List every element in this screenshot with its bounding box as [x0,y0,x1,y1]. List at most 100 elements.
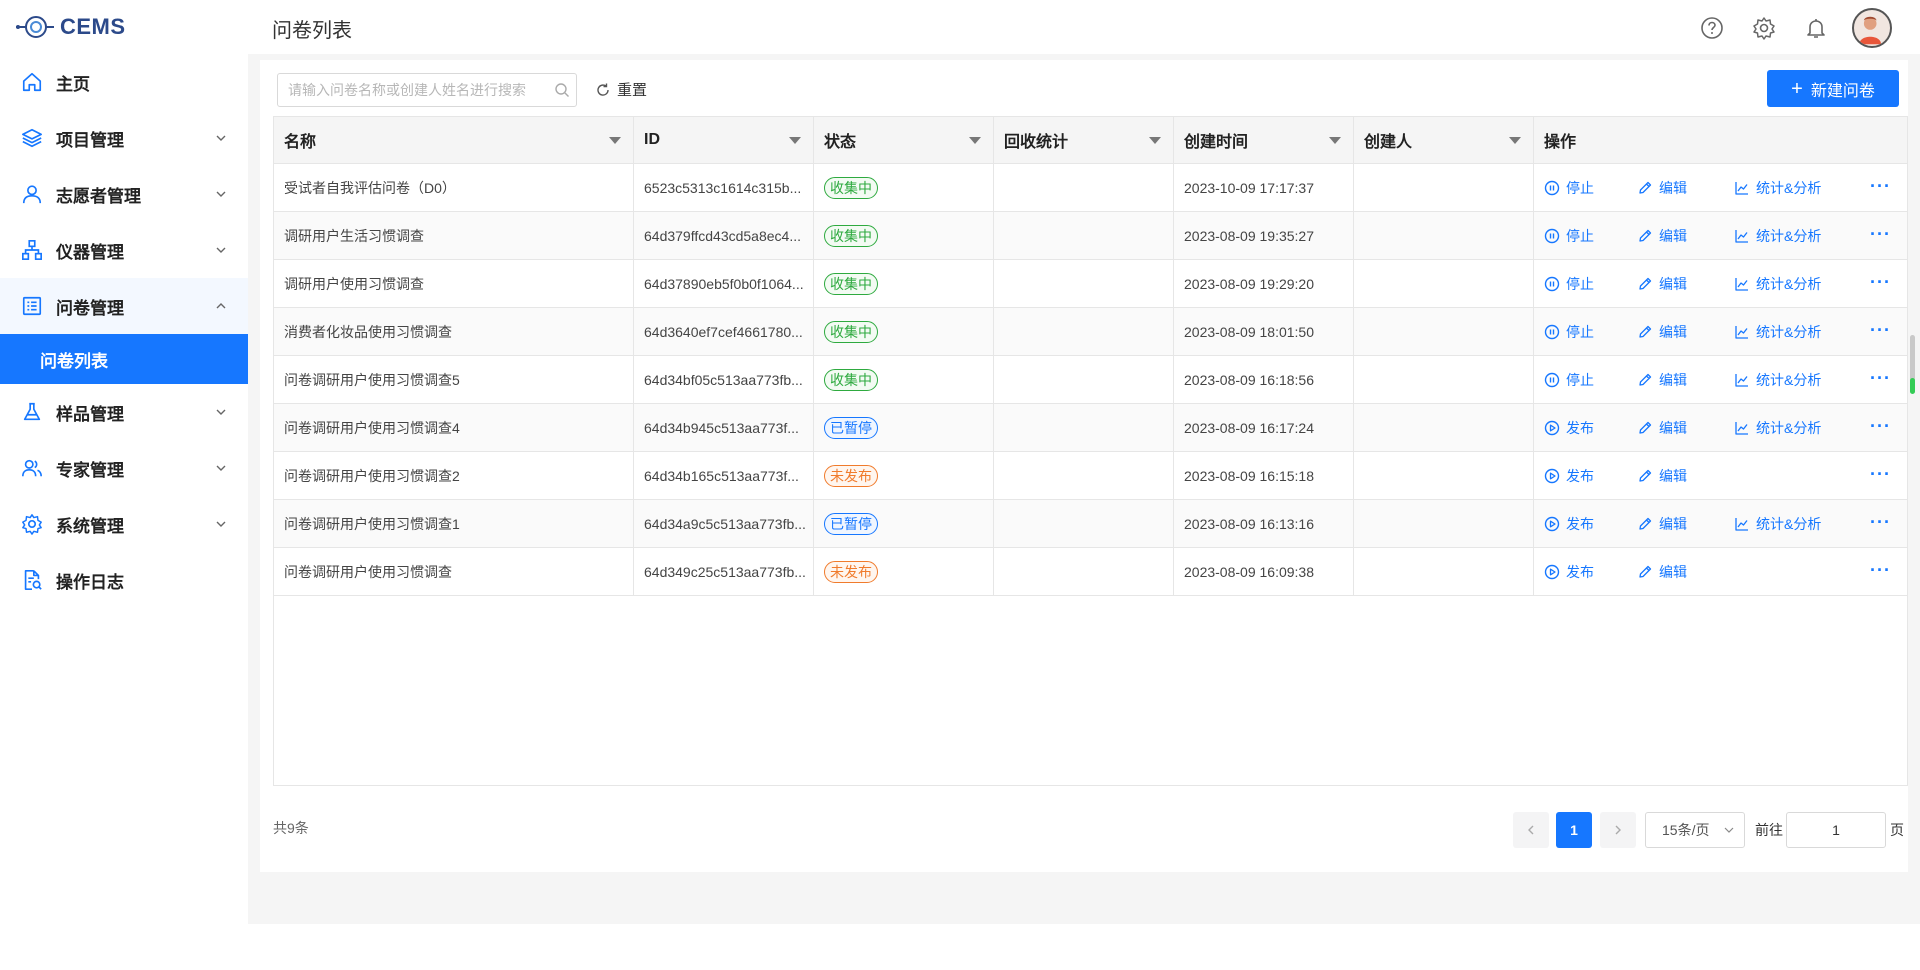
help-icon[interactable] [1698,14,1726,42]
chevron-down-icon [216,135,226,141]
more-icon[interactable]: ··· [1870,320,1891,341]
stats-analysis-button[interactable]: 统计&分析 [1734,370,1821,390]
stop-button[interactable]: 停止 [1544,226,1594,246]
more-icon[interactable]: ··· [1870,272,1891,293]
search-input[interactable] [278,74,538,106]
logo-icon [16,16,54,38]
cell-creator [1354,452,1534,499]
publish-button[interactable]: 发布 [1544,562,1594,582]
publish-button[interactable]: 发布 [1544,466,1594,486]
column-header-creator[interactable]: 创建人 [1354,117,1534,163]
edit-button[interactable]: 编辑 [1637,178,1687,198]
sidebar-item-label: 问卷管理 [56,298,124,318]
cell-creator [1354,212,1534,259]
sidebar-item-experts[interactable]: 专家管理 [0,440,248,496]
action-label: 编辑 [1659,180,1687,196]
sidebar-item-label: 志愿者管理 [56,186,141,206]
edit-button[interactable]: 编辑 [1637,226,1687,246]
reset-button[interactable]: 重置 [595,79,647,100]
goto-page-input[interactable]: 1 [1786,812,1886,848]
stats-analysis-button[interactable]: 统计&分析 [1734,418,1821,438]
stats-analysis-button[interactable]: 统计&分析 [1734,322,1821,342]
sidebar-item-samples[interactable]: 样品管理 [0,384,248,440]
edit-button[interactable]: 编辑 [1637,274,1687,294]
more-icon[interactable]: ··· [1870,416,1891,437]
cell-id: 64d379ffcd43cd5a8ec4... [634,212,814,259]
logo[interactable]: CEMS [14,10,126,44]
edit-button[interactable]: 编辑 [1637,514,1687,534]
sidebar-item-home[interactable]: 主页 [0,54,248,110]
network-icon [20,238,44,262]
more-icon[interactable]: ··· [1870,464,1891,485]
home-icon [20,70,44,94]
more-icon[interactable]: ··· [1870,368,1891,389]
edit-button[interactable]: 编辑 [1637,370,1687,390]
action-label: 停止 [1566,372,1594,388]
sidebar-item-volunteers[interactable]: 志愿者管理 [0,166,248,222]
caret-down-icon[interactable] [969,137,981,144]
sidebar-item-label: 样品管理 [56,404,124,424]
action-label: 编辑 [1659,564,1687,580]
caret-down-icon[interactable] [609,137,621,144]
column-header-status[interactable]: 状态 [814,117,994,163]
stop-button[interactable]: 停止 [1544,274,1594,294]
column-header-name[interactable]: 名称 [274,117,634,163]
users-icon [20,456,44,480]
stop-button[interactable]: 停止 [1544,370,1594,390]
new-questionnaire-button[interactable]: + 新建问卷 [1767,70,1899,107]
page-size-select[interactable]: 15条/页 [1645,812,1745,848]
caret-down-icon[interactable] [1509,137,1521,144]
stop-button[interactable]: 停止 [1544,178,1594,198]
bell-icon[interactable] [1802,14,1830,42]
status-badge: 收集中 [824,224,878,247]
edit-button[interactable]: 编辑 [1637,562,1687,582]
column-header-id[interactable]: ID [634,117,814,163]
cell-name: 消费者化妆品使用习惯调查 [274,308,634,355]
caret-down-icon[interactable] [789,137,801,144]
sidebar-item-instruments[interactable]: 仪器管理 [0,222,248,278]
stats-analysis-button[interactable]: 统计&分析 [1734,274,1821,294]
sidebar-item-system[interactable]: 系统管理 [0,496,248,552]
cell-id: 64d349c25c513aa773fb... [634,548,814,595]
more-icon[interactable]: ··· [1870,512,1891,533]
cell-creator [1354,356,1534,403]
line-chart-icon [1735,182,1748,195]
publish-button[interactable]: 发布 [1544,418,1594,438]
publish-button[interactable]: 发布 [1544,514,1594,534]
stats-analysis-button[interactable]: 统计&分析 [1734,514,1821,534]
more-icon[interactable]: ··· [1870,560,1891,581]
search-icon[interactable] [554,82,570,98]
edit-button[interactable]: 编辑 [1637,466,1687,486]
cell-created-time: 2023-08-09 16:13:16 [1174,500,1354,547]
more-icon[interactable]: ··· [1870,176,1891,197]
action-label: 编辑 [1659,228,1687,244]
column-header-created-time[interactable]: 创建时间 [1174,117,1354,163]
next-page-button[interactable] [1600,812,1636,848]
sidebar-item-projects[interactable]: 项目管理 [0,110,248,166]
caret-down-icon[interactable] [1329,137,1341,144]
column-header-recovery[interactable]: 回收统计 [994,117,1174,163]
prev-page-button[interactable] [1513,812,1549,848]
chevron-right-icon [1615,825,1621,835]
cell-recovery [994,164,1174,211]
stop-button[interactable]: 停止 [1544,322,1594,342]
action-label: 发布 [1566,564,1594,580]
sidebar-subitem-questionnaire-list[interactable]: 问卷列表 [0,334,248,384]
avatar[interactable] [1852,8,1892,48]
stats-analysis-button[interactable]: 统计&分析 [1734,178,1821,198]
layers-icon [20,126,44,150]
user-icon [20,182,44,206]
cell-name: 受试者自我评估问卷（D0） [274,164,634,211]
settings-icon[interactable] [1750,14,1778,42]
more-icon[interactable]: ··· [1870,224,1891,245]
stats-analysis-button[interactable]: 统计&分析 [1734,226,1821,246]
status-badge: 收集中 [824,176,878,199]
caret-down-icon[interactable] [1149,137,1161,144]
sidebar-item-questionnaires[interactable]: 问卷管理 [0,278,248,334]
edit-button[interactable]: 编辑 [1637,418,1687,438]
sidebar-item-logs[interactable]: 操作日志 [0,552,248,608]
action-label: 编辑 [1659,372,1687,388]
edit-button[interactable]: 编辑 [1637,322,1687,342]
action-label: 统计&分析 [1756,180,1822,196]
page-number-button[interactable]: 1 [1556,812,1592,848]
